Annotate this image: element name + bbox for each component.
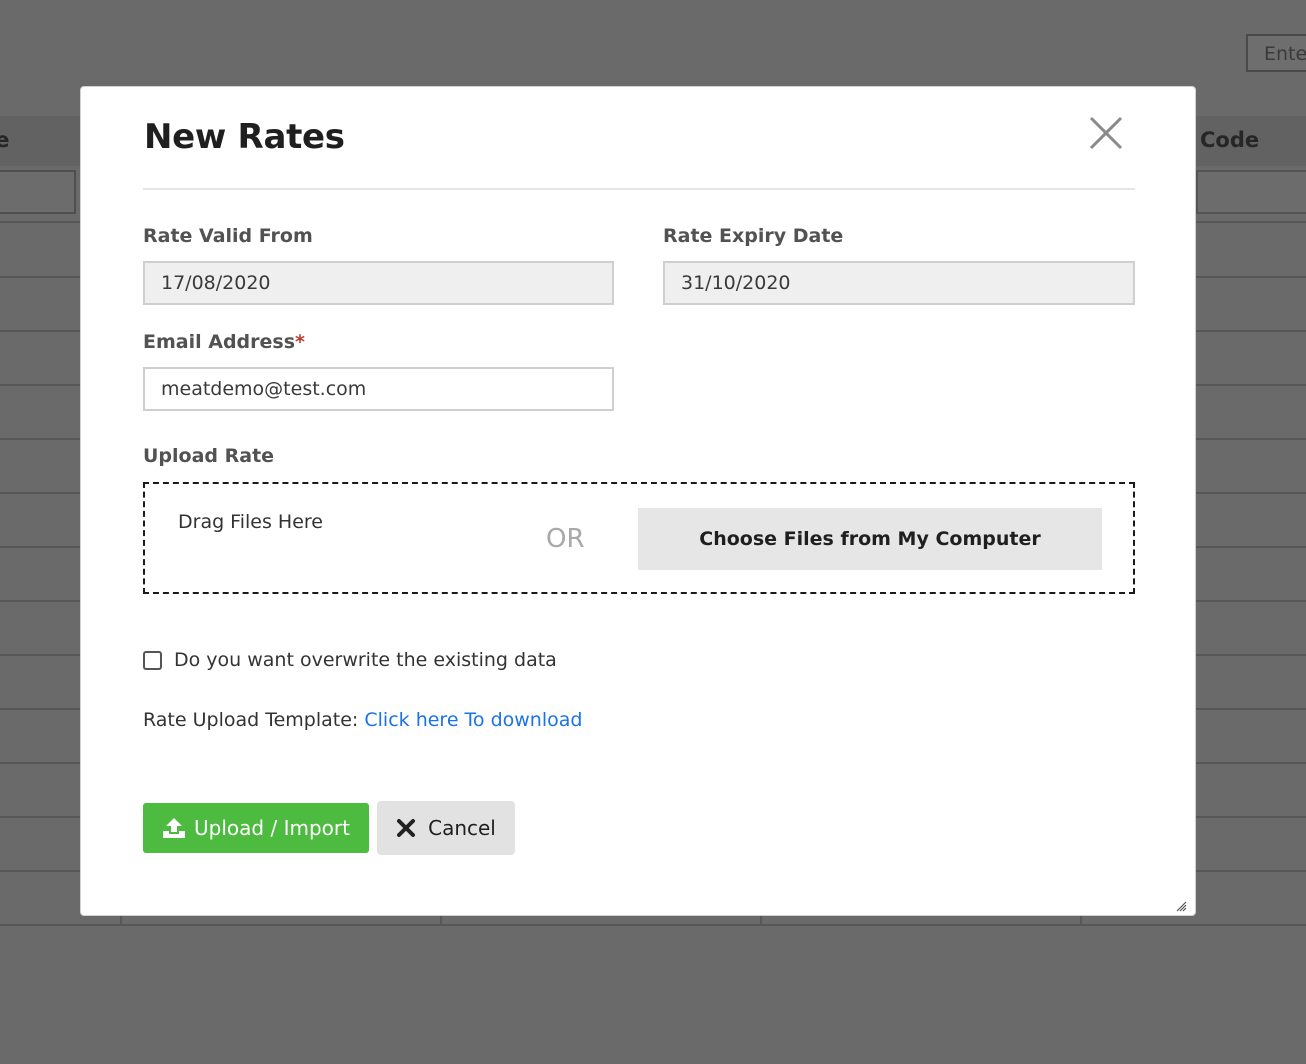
rate-valid-from-label: Rate Valid From <box>143 225 313 247</box>
email-address-label-text: Email Address <box>143 331 296 353</box>
x-icon <box>397 819 416 837</box>
file-dropzone[interactable]: Drag Files Here OR Choose Files from My … <box>143 482 1135 594</box>
template-label-text: Rate Upload Template: <box>143 709 359 731</box>
background-column-header-left: le <box>0 128 10 152</box>
email-field[interactable] <box>143 367 614 411</box>
resize-handle-icon[interactable] <box>1175 897 1187 912</box>
upload-rate-label: Upload Rate <box>143 445 275 467</box>
overwrite-checkbox-label[interactable]: Do you want overwrite the existing data <box>174 649 557 671</box>
required-marker: * <box>295 331 305 353</box>
rate-upload-template: Rate Upload Template: Click here To down… <box>143 709 582 731</box>
drag-files-text: Drag Files Here <box>178 511 323 533</box>
download-template-link[interactable]: Click here To download <box>364 709 582 731</box>
cancel-label: Cancel <box>428 816 496 840</box>
cancel-button[interactable]: Cancel <box>377 801 515 855</box>
background-filter-right <box>1196 170 1306 214</box>
close-icon[interactable] <box>1086 113 1126 153</box>
upload-import-button[interactable]: Upload / Import <box>143 803 369 853</box>
close-button[interactable] <box>1086 113 1126 153</box>
choose-files-button[interactable]: Choose Files from My Computer <box>638 508 1102 570</box>
overwrite-checkbox[interactable] <box>143 651 162 670</box>
title-divider <box>143 188 1135 190</box>
background-column-header-code: Code <box>1200 128 1260 152</box>
background-search-input: Ente <box>1246 34 1306 72</box>
or-separator: OR <box>546 524 585 554</box>
upload-import-label: Upload / Import <box>194 816 350 840</box>
email-address-label: Email Address* <box>143 331 305 353</box>
rate-valid-from-field[interactable] <box>143 261 614 305</box>
upload-icon <box>163 818 186 838</box>
rate-expiry-date-field[interactable] <box>663 261 1135 305</box>
background-filter-left <box>0 170 76 214</box>
rate-expiry-date-label: Rate Expiry Date <box>663 225 844 247</box>
new-rates-modal: New Rates Rate Valid From Rate Expiry Da… <box>80 86 1196 916</box>
modal-title: New Rates <box>144 117 345 157</box>
background-row-divider <box>0 924 1306 926</box>
